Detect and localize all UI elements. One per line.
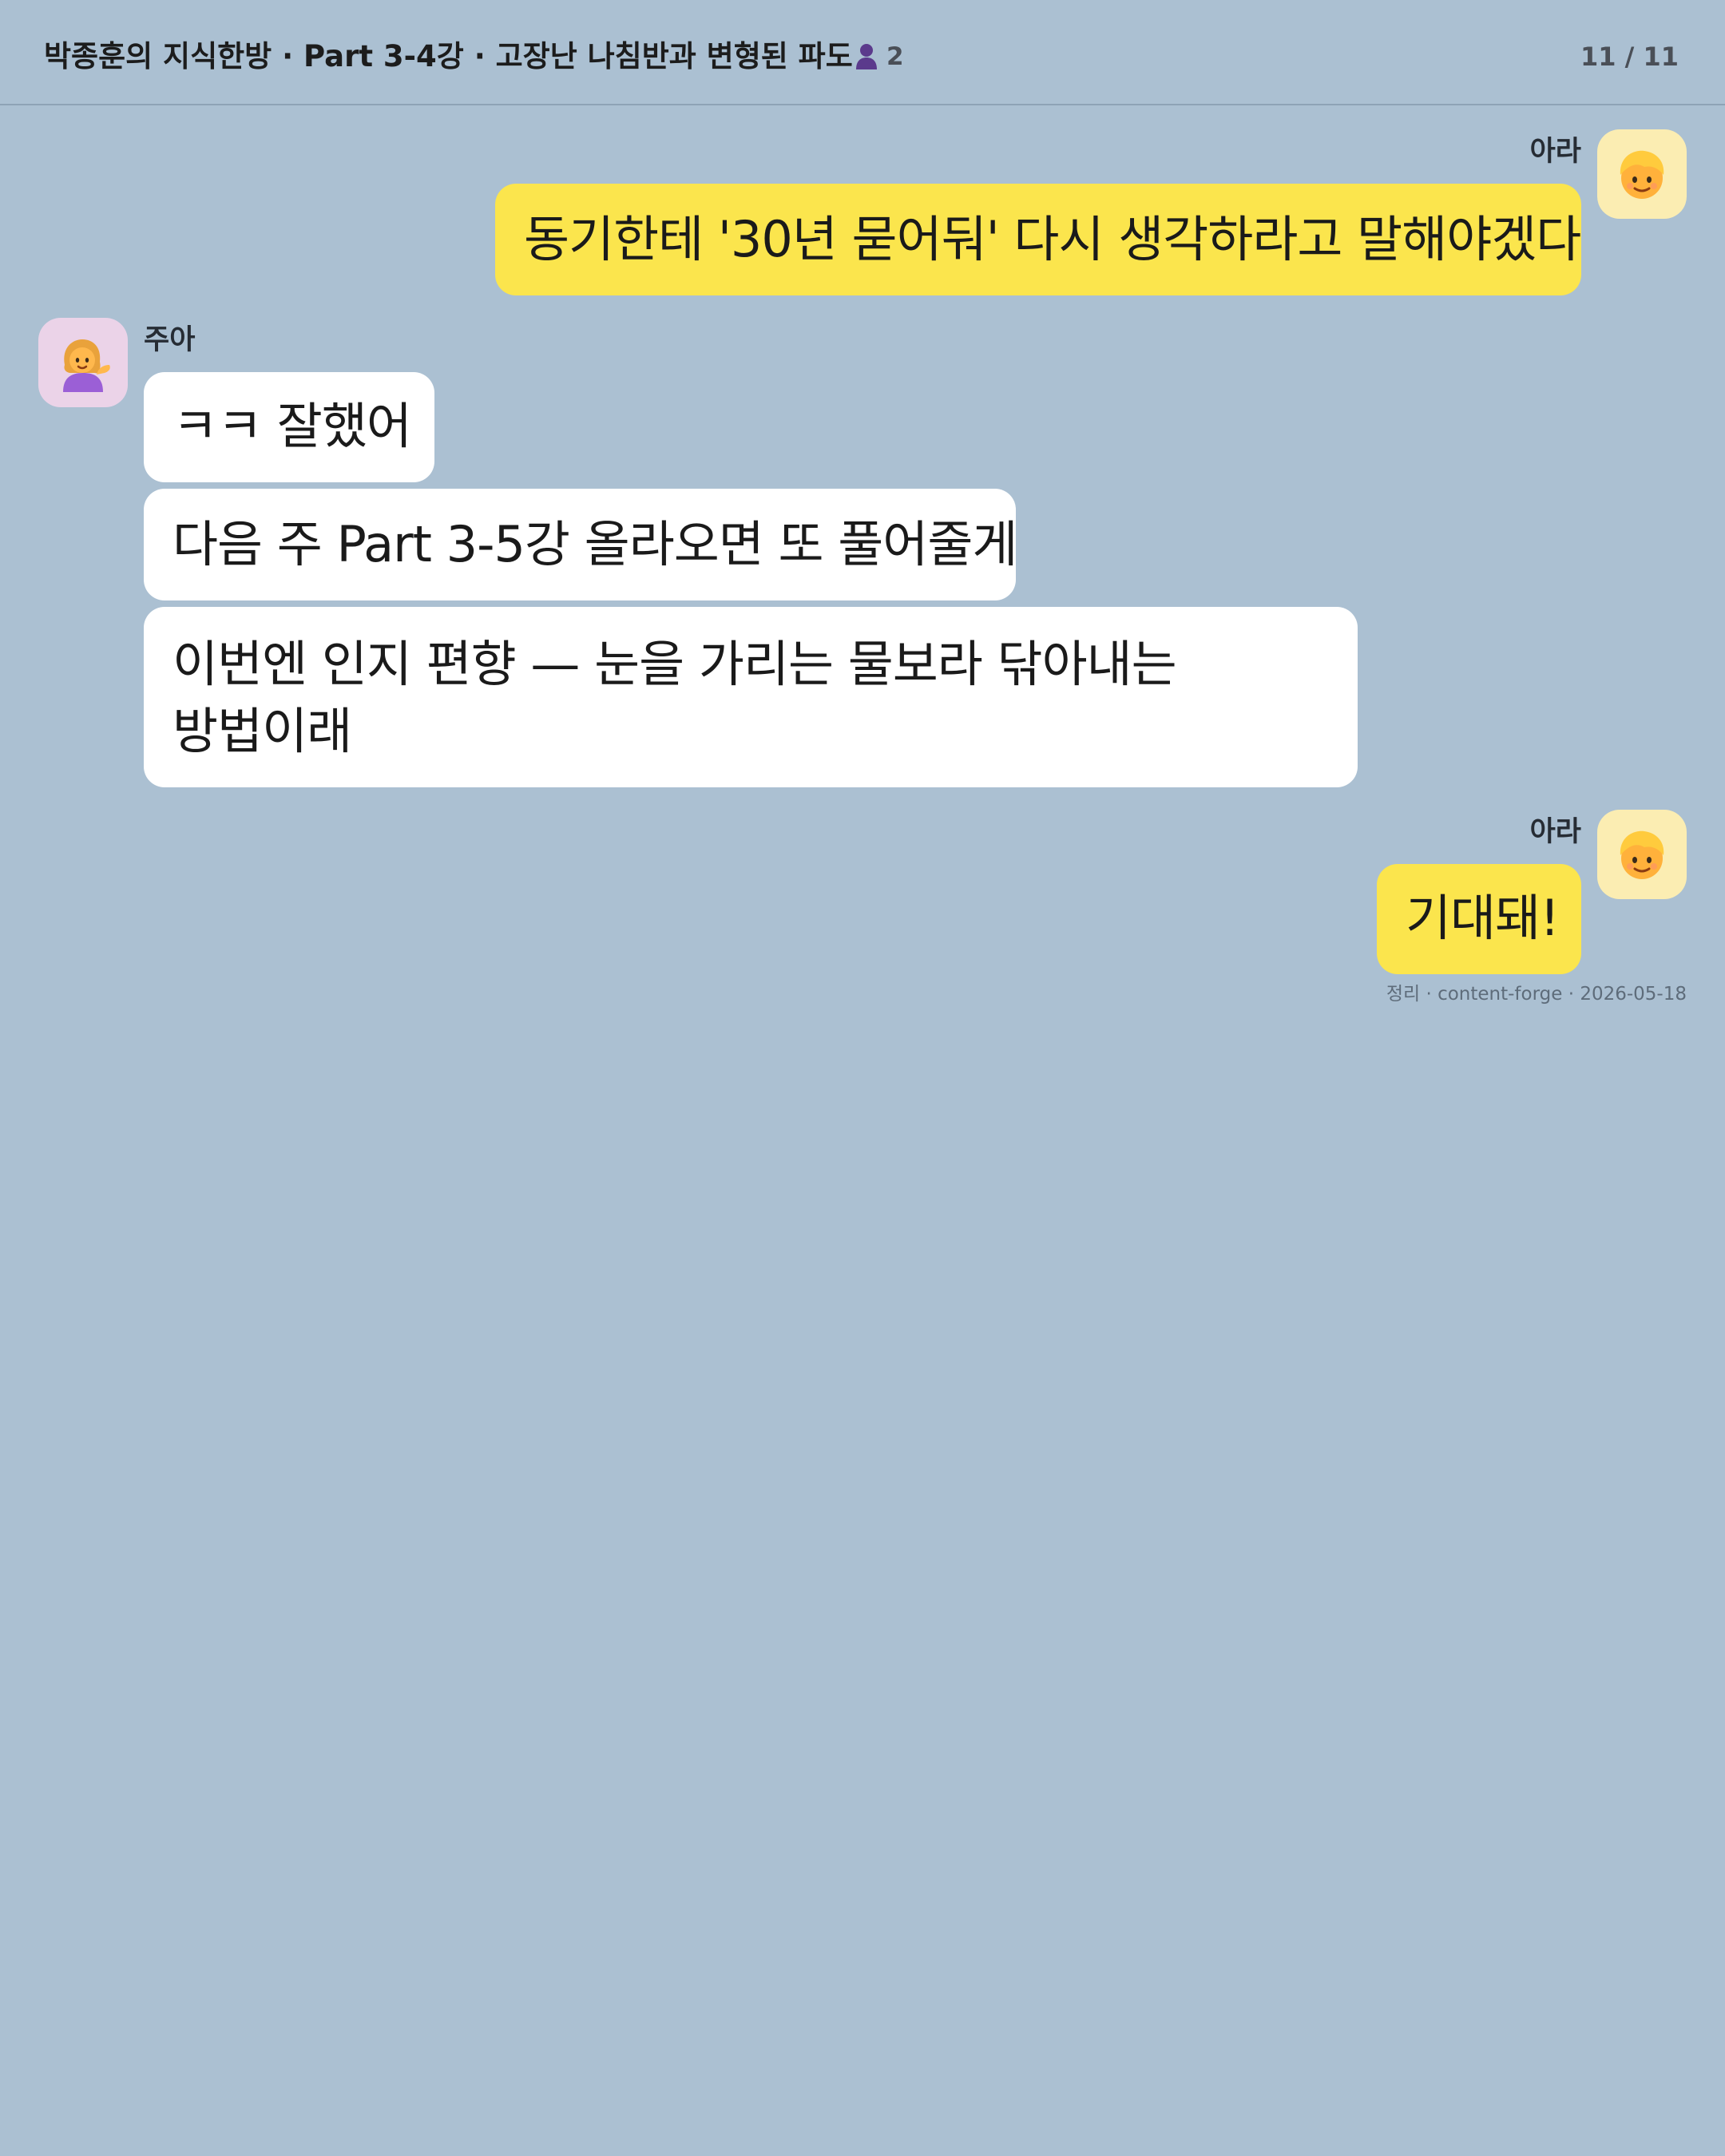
sender-name-ara: 아라	[1529, 816, 1581, 848]
message-text: ㅋㅋ 잘했어	[172, 397, 412, 455]
footer-credit: 정리 · content-forge · 2026-05-18	[1386, 984, 1687, 1005]
chat-room-title: 박종훈의 지식한방 · Part 3-4강 · 고장난 나침반과 변형된 파도	[44, 39, 853, 73]
message-text: 동기한테 '30년 묻어둬' 다시 생각하라고 말해야겠다	[524, 210, 1581, 268]
message-text: 다음 주 Part 3-5강 올라오면 또 풀어줄게	[172, 515, 1017, 573]
sender-name-ara: 아라	[1529, 136, 1581, 168]
message-text-line: 방법이래	[172, 702, 352, 760]
message-bubble-incoming[interactable]: ㅋㅋ 잘했어	[144, 372, 434, 482]
member-count[interactable]: 2	[855, 37, 904, 77]
blond-child-emoji-icon	[1620, 830, 1664, 879]
message-text-line: 이번엔 인지 편향 — 눈을 가리는 물보라 닦아내는	[172, 635, 1177, 693]
blond-child-emoji-icon	[1620, 150, 1664, 199]
member-count-value: 2	[886, 42, 904, 71]
message-text: 기대돼!	[1406, 889, 1560, 947]
message-bubble-outgoing[interactable]: 기대돼!	[1377, 864, 1581, 974]
avatar-ara[interactable]	[1597, 129, 1687, 219]
person-icon	[856, 44, 877, 69]
message-bubble-incoming[interactable]: 이번엔 인지 편향 — 눈을 가리는 물보라 닦아내는 방법이래	[144, 607, 1358, 787]
sender-name-jua: 주아	[144, 324, 196, 356]
chat-header: 박종훈의 지식한방 · Part 3-4강 · 고장난 나침반과 변형된 파도 …	[0, 0, 1725, 105]
message-bubble-incoming[interactable]: 다음 주 Part 3-5강 올라오면 또 풀어줄게	[144, 489, 1017, 600]
message-bubble-outgoing[interactable]: 동기한테 '30년 묻어둬' 다시 생각하라고 말해야겠다	[495, 184, 1581, 295]
avatar-jua[interactable]	[38, 318, 128, 407]
woman-tipping-hand-emoji-icon	[63, 339, 110, 392]
avatar-ara[interactable]	[1597, 810, 1687, 899]
page-counter: 11 / 11	[1580, 42, 1679, 72]
